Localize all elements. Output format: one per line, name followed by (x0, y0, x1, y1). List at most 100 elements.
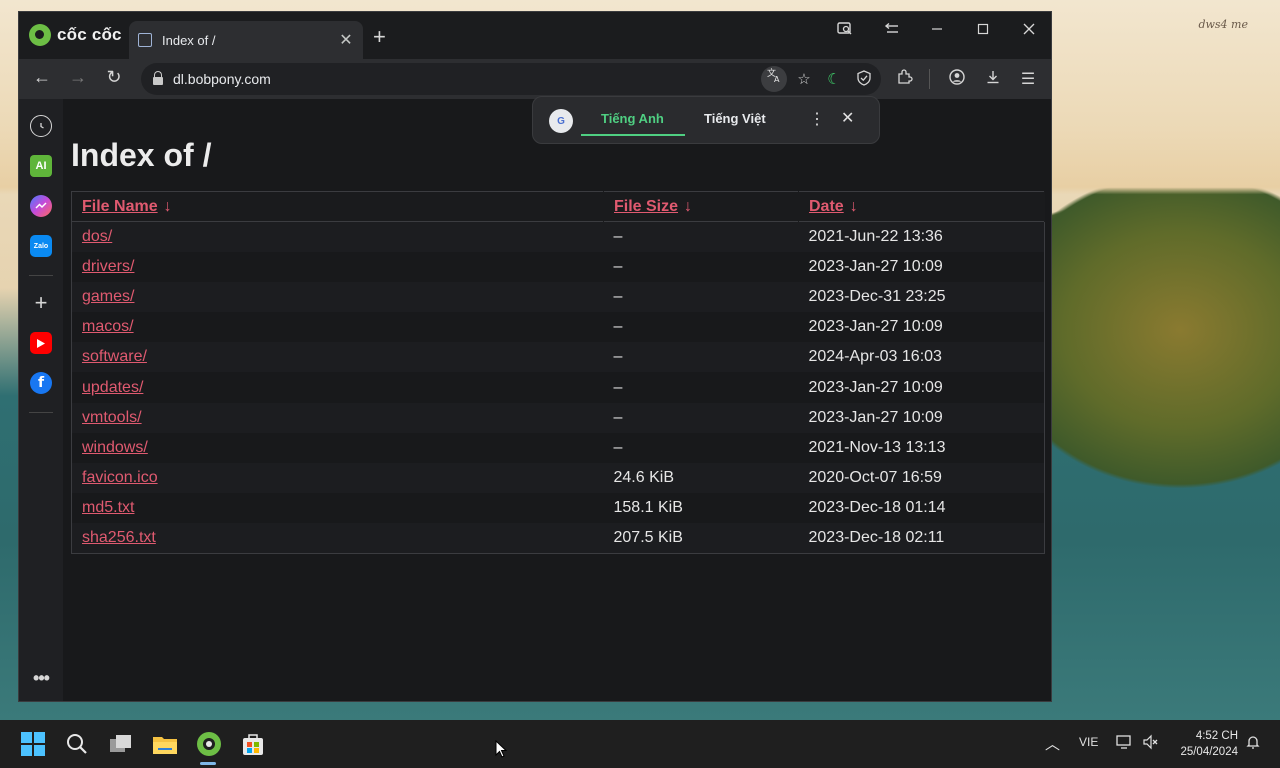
bookmark-star-icon[interactable]: ☆ (793, 70, 815, 88)
ai-assistant-icon[interactable]: AI (30, 155, 52, 177)
tab-target-language[interactable]: Tiếng Việt (704, 111, 766, 126)
file-link[interactable]: favicon.ico (82, 469, 158, 486)
file-date: 2024-Apr-03 16:03 (798, 342, 1045, 373)
input-language[interactable]: VIE (1079, 735, 1098, 749)
column-header-date[interactable]: Date ↓ (798, 191, 1045, 222)
more-dots-icon[interactable]: ••• (30, 667, 52, 689)
page-title: Index of / (71, 137, 212, 173)
page-content: Index of / File Name ↓ File Size ↓ Date ↓ d… (63, 99, 1051, 701)
messenger-icon[interactable] (30, 195, 52, 217)
sort-link[interactable]: Date (809, 198, 844, 215)
url-text[interactable]: dl.bobpony.com (173, 71, 271, 87)
file-date: 2023-Dec-18 01:14 (798, 493, 1045, 524)
volume-muted-icon[interactable] (1143, 734, 1159, 753)
table-row: drivers/ –2023-Jan-27 10:09 (71, 251, 1045, 282)
facebook-icon[interactable]: f (30, 372, 52, 394)
file-link[interactable]: macos/ (82, 318, 134, 335)
extensions-puzzle-icon[interactable] (894, 69, 916, 90)
close-window-icon[interactable] (1016, 22, 1042, 40)
collapse-tabs-icon[interactable] (879, 22, 905, 41)
column-header-file-size[interactable]: File Size ↓ (603, 191, 799, 222)
tab-source-language[interactable]: Tiếng Anh (601, 111, 664, 126)
sidebar-divider (29, 275, 53, 276)
coccoc-taskbar-icon[interactable] (194, 729, 224, 759)
file-link[interactable]: games/ (82, 288, 134, 305)
minimize-icon[interactable] (924, 22, 950, 40)
table-row: software/ –2024-Apr-03 16:03 (71, 342, 1045, 373)
file-date: 2020-Oct-07 16:59 (798, 463, 1045, 494)
file-size: – (603, 281, 799, 313)
file-link[interactable]: md5.txt (82, 499, 134, 516)
sort-link[interactable]: File Size (614, 198, 678, 215)
file-explorer-icon[interactable] (150, 729, 180, 759)
adblock-shield-icon[interactable] (853, 70, 875, 90)
network-icon[interactable] (1116, 734, 1132, 753)
zalo-icon[interactable]: Zalo (30, 235, 52, 257)
sort-arrow-icon[interactable]: ↓ (684, 198, 692, 215)
file-size: 24.6 KiB (603, 463, 799, 494)
reload-icon[interactable]: ↻ (102, 67, 126, 88)
new-tab-button[interactable]: + (373, 24, 386, 50)
tab-index[interactable]: Index of / ✕ (129, 21, 363, 59)
sort-arrow-icon[interactable]: ↓ (164, 198, 172, 215)
start-button[interactable] (18, 729, 48, 759)
tray-chevron-up-icon[interactable]: ︿ (1045, 733, 1060, 754)
file-date: 2023-Jan-27 10:09 (798, 251, 1045, 282)
file-link[interactable]: dos/ (82, 228, 112, 245)
sidebar-divider (29, 412, 53, 413)
active-tab-underline (581, 134, 685, 136)
browser-brand[interactable]: cốc cốc (29, 24, 122, 46)
toolbar-divider (929, 69, 930, 89)
mouse-cursor-icon (495, 740, 507, 758)
back-arrow-icon[interactable]: ← (30, 67, 54, 88)
file-size: – (603, 221, 799, 252)
translate-close-icon[interactable]: ✕ (841, 108, 854, 128)
file-link[interactable]: sha256.txt (82, 529, 156, 546)
profile-avatar-icon[interactable] (946, 69, 968, 90)
microsoft-store-icon[interactable] (238, 729, 268, 759)
browser-window: cốc cốc Index of / ✕ + ← → ↻ dl.bobpony.… (18, 11, 1052, 702)
task-view-icon[interactable] (106, 729, 136, 759)
lock-icon[interactable] (153, 71, 163, 85)
table-row: favicon.ico 24.6 KiB 2020-Oct-07 16:59 (71, 463, 1045, 494)
sort-link[interactable]: File Name (82, 198, 158, 215)
table-row: updates/ –2023-Jan-27 10:09 (71, 372, 1045, 403)
sort-arrow-icon[interactable]: ↓ (850, 198, 858, 215)
tab-close-icon[interactable]: ✕ (335, 30, 357, 50)
tab-search-icon[interactable] (832, 22, 858, 41)
file-listing-table: File Name ↓ File Size ↓ Date ↓ dos/–2021-Ju… (71, 191, 1045, 555)
page-favicon-icon (138, 33, 152, 47)
sidebar: AI Zalo + f ••• (19, 99, 63, 701)
system-clock[interactable]: 4:52 CH 25/04/2024 (1168, 728, 1238, 760)
column-header-file-name[interactable]: File Name ↓ (71, 191, 604, 222)
history-icon[interactable] (30, 115, 52, 137)
file-size: – (603, 402, 799, 433)
maximize-icon[interactable] (970, 22, 996, 40)
svg-text:A: A (774, 75, 780, 83)
file-link[interactable]: vmtools/ (82, 409, 142, 426)
table-row: sha256.txt 207.5 KiB 2023-Dec-18 02:11 (71, 523, 1045, 554)
translate-options-kebab-icon[interactable]: ⋮ (809, 109, 825, 129)
file-size: – (603, 342, 799, 373)
table-row: vmtools/ –2023-Jan-27 10:09 (71, 402, 1045, 433)
file-date: 2023-Jan-27 10:09 (798, 312, 1045, 343)
brand-name: cốc cốc (57, 25, 122, 44)
search-icon[interactable] (62, 729, 92, 759)
file-link[interactable]: windows/ (82, 439, 148, 456)
notifications-bell-icon[interactable] (1245, 734, 1261, 753)
table-row: md5.txt 158.1 KiB 2023-Dec-18 01:14 (71, 493, 1045, 524)
file-link[interactable]: drivers/ (82, 258, 134, 275)
active-app-indicator (200, 762, 216, 765)
address-bar[interactable]: dl.bobpony.com 文A ☆ ☾ (141, 63, 881, 95)
menu-hamburger-icon[interactable]: ☰ (1017, 69, 1039, 89)
table-row: games/ –2023-Dec-31 23:25 (71, 281, 1045, 313)
forward-arrow-icon[interactable]: → (66, 67, 90, 88)
translate-icon[interactable]: 文A (761, 66, 787, 92)
youtube-icon[interactable] (30, 332, 52, 354)
file-link[interactable]: software/ (82, 348, 147, 365)
dark-mode-moon-icon[interactable]: ☾ (823, 70, 845, 88)
file-date: 2021-Jun-22 13:36 (798, 221, 1045, 252)
download-icon[interactable] (982, 69, 1004, 90)
add-app-icon[interactable]: + (30, 290, 52, 315)
file-link[interactable]: updates/ (82, 379, 143, 396)
